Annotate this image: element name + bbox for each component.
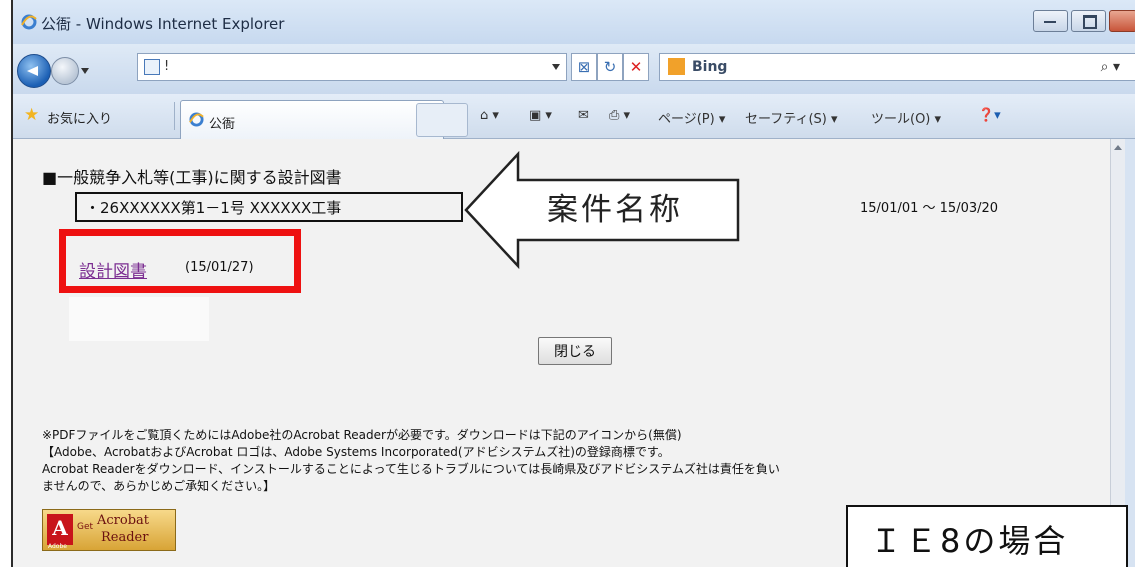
close-window-button[interactable] — [1109, 10, 1135, 32]
tab-current[interactable]: 公衙 — [180, 100, 444, 139]
tab-label: 公衙 — [209, 117, 236, 132]
ie8-label: ＩＥ8の場合 — [870, 522, 1069, 560]
project-name-box: ・26XXXXXX第1－1号 XXXXXX工事 — [75, 192, 463, 222]
address-dropdown-icon[interactable] — [552, 64, 560, 70]
stop-button[interactable]: ✕ — [623, 53, 649, 81]
favorites-star-icon[interactable]: ★ — [24, 105, 39, 125]
bing-logo-icon — [668, 58, 685, 75]
notice-line: 【Adobe、AcrobatおよびAcrobat ロゴは、Adobe Syste… — [42, 445, 670, 459]
notice-line: ませんので、あらかじめご承知ください。】 — [42, 479, 276, 493]
stop-icon: ✕ — [629, 58, 643, 76]
date-range: 15/01/01 ～ 15/03/20 — [860, 201, 999, 216]
divider — [174, 102, 175, 130]
refresh-icon: ↻ — [603, 58, 617, 76]
favorites-bar: ★ お気に入り 公衙 ⌂ ▾ ▣ ▾ ✉ ⎙ ▾ ページ(P) ▾ セーフティ(… — [13, 94, 1135, 139]
tools-menu[interactable]: ツール(O) ▾ — [871, 108, 941, 127]
home-icon[interactable]: ⌂ ▾ — [480, 108, 499, 123]
minimize-icon — [1044, 21, 1056, 23]
search-box[interactable]: Bing ⌕ ▾ — [659, 53, 1135, 81]
address-text: ! — [164, 59, 170, 74]
acrobat-line1: Acrobat — [97, 513, 150, 528]
page-menu[interactable]: ページ(P) ▾ — [658, 108, 725, 127]
recent-pages-dropdown-icon[interactable] — [81, 68, 89, 74]
address-bar[interactable]: ! — [137, 53, 567, 81]
compatibility-icon: ⊠ — [577, 58, 591, 76]
mail-icon[interactable]: ✉ — [578, 108, 589, 123]
minimize-button[interactable] — [1033, 10, 1068, 32]
vertical-scrollbar[interactable] — [1110, 139, 1125, 567]
acrobat-brand: Adobe — [48, 543, 67, 550]
help-icon[interactable]: ❓▾ — [978, 108, 1001, 123]
page-icon — [144, 59, 160, 75]
scroll-up-icon[interactable] — [1114, 145, 1122, 150]
navigation-bar: ! ⊠ ↻ ✕ Bing ⌕ ▾ — [13, 44, 1135, 94]
callout-label: 案件名称 — [547, 192, 683, 228]
window-controls — [1033, 10, 1135, 32]
title-bar: 公衙 - Windows Internet Explorer — [13, 0, 1135, 44]
search-icon[interactable]: ⌕ ▾ — [1101, 59, 1120, 75]
notice-line: ※PDFファイルをご覧頂くためにはAdobe社のAcrobat Readerが必… — [42, 428, 682, 442]
forward-button[interactable] — [51, 57, 79, 85]
ie8-label-box: ＩＥ8の場合 — [846, 505, 1128, 567]
design-document-link[interactable]: 設計図書 — [79, 257, 147, 282]
acrobat-get: Get — [77, 522, 94, 532]
compatibility-view-button[interactable]: ⊠ — [571, 53, 597, 81]
print-icon[interactable]: ⎙ ▾ — [609, 108, 630, 123]
acrobat-line2: Reader — [101, 530, 149, 545]
ie-logo-icon — [21, 14, 37, 30]
maximize-button[interactable] — [1071, 10, 1106, 32]
feeds-icon[interactable]: ▣ ▾ — [529, 108, 552, 123]
project-name: ・26XXXXXX第1－1号 XXXXXX工事 — [85, 199, 342, 217]
get-acrobat-reader-button[interactable]: A Get Acrobat Reader Adobe — [42, 509, 176, 551]
pdf-notice: ※PDFファイルをご覧頂くためにはAdobe社のAcrobat Readerが必… — [42, 427, 1102, 495]
safety-menu[interactable]: セーフティ(S) ▾ — [745, 108, 838, 127]
blank-area — [69, 297, 209, 341]
search-provider: Bing — [692, 59, 728, 75]
ie-page-icon — [189, 112, 204, 127]
favorites-button[interactable]: お気に入り — [47, 108, 112, 127]
window-title: 公衙 - Windows Internet Explorer — [41, 15, 285, 33]
document-date: (15/01/27) — [185, 260, 254, 275]
refresh-button[interactable]: ↻ — [597, 53, 623, 81]
back-button[interactable] — [17, 54, 51, 88]
adobe-logo-icon: A — [47, 514, 73, 545]
new-tab-button[interactable] — [416, 103, 468, 137]
notice-line: Acrobat Readerをダウンロード、インストールすることによって生じるト… — [42, 462, 780, 476]
close-page-button[interactable]: 閉じる — [538, 337, 612, 365]
page-heading: ■一般競争入札等(工事)に関する設計図書 — [42, 168, 342, 187]
maximize-icon — [1083, 15, 1097, 29]
